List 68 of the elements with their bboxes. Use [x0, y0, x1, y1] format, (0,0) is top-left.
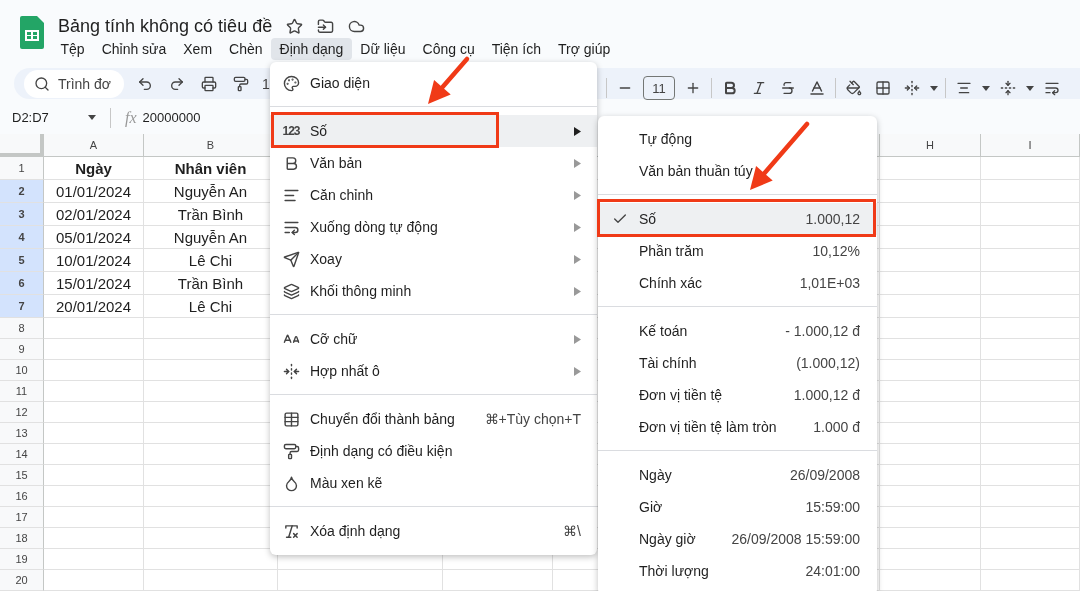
- menu-item[interactable]: Xóa định dạng ⌘\: [270, 515, 597, 547]
- fx-label: fx: [125, 108, 137, 127]
- row-header[interactable]: 12: [0, 402, 44, 423]
- menu-item[interactable]: Chính xác 1,01E+03: [598, 267, 877, 299]
- menu-item[interactable]: Tài chính (1.000,12): [598, 347, 877, 379]
- font-size-field[interactable]: 11: [643, 76, 675, 100]
- row-header[interactable]: 11: [0, 381, 44, 402]
- column-header[interactable]: H: [880, 134, 981, 157]
- document-title[interactable]: Bảng tính không có tiêu đề: [58, 16, 273, 37]
- table-cell: 10/01/2024: [44, 249, 144, 272]
- table-cell: 05/01/2024: [44, 226, 144, 249]
- menu-item[interactable]: Số 1.000,12: [598, 203, 877, 235]
- menu-item[interactable]: Tệp: [52, 38, 94, 60]
- zoom-selector[interactable]: 1: [262, 75, 270, 92]
- menu-item[interactable]: Thời lượng 24:01:00: [598, 555, 877, 587]
- menu-item[interactable]: Dữ liệu: [351, 38, 415, 60]
- menu-search-field[interactable]: Trình đơ: [24, 69, 124, 98]
- menu-item[interactable]: Đơn vị tiền tệ 1.000,12 đ: [598, 379, 877, 411]
- menu-item[interactable]: 123 Số: [270, 115, 597, 147]
- menu-item[interactable]: Giờ 15:59:00: [598, 491, 877, 523]
- menu-item[interactable]: Giao diện: [270, 67, 597, 99]
- table-cell: 15/01/2024: [44, 272, 144, 295]
- column-header[interactable]: I: [981, 134, 1080, 157]
- row-header[interactable]: 16: [0, 486, 44, 507]
- row-header[interactable]: 3: [0, 203, 44, 226]
- menu-item[interactable]: Kế toán - 1.000,12 đ: [598, 315, 877, 347]
- row-header[interactable]: 10: [0, 360, 44, 381]
- row-header[interactable]: 4: [0, 226, 44, 249]
- row-header[interactable]: 6: [0, 272, 44, 295]
- menu-item[interactable]: Định dạng có điều kiện: [270, 435, 597, 467]
- column-header[interactable]: A: [44, 134, 144, 157]
- menu-item[interactable]: Ngày giờ 26/09/2008 15:59:00: [598, 523, 877, 555]
- row-header[interactable]: 8: [0, 318, 44, 339]
- menu-item[interactable]: Tự động: [598, 123, 877, 155]
- menu-item[interactable]: Cỡ chữ: [270, 323, 597, 355]
- menu-item[interactable]: Hợp nhất ô: [270, 355, 597, 387]
- menu-item[interactable]: Văn bản thuần túy: [598, 155, 877, 187]
- menu-item[interactable]: Tiện ích: [483, 38, 550, 60]
- menu-item[interactable]: Màu xen kẽ: [270, 467, 597, 499]
- menu-item[interactable]: Công cụ: [414, 38, 484, 60]
- table-cell: 01/01/2024: [44, 180, 144, 203]
- menu-item[interactable]: Xem: [174, 38, 221, 60]
- table-cell: 20/01/2024: [44, 295, 144, 318]
- row-header[interactable]: 13: [0, 423, 44, 444]
- row-header[interactable]: 19: [0, 549, 44, 570]
- row-header[interactable]: 14: [0, 444, 44, 465]
- menu-item[interactable]: Chèn: [220, 38, 272, 60]
- menu-item[interactable]: Định dạng: [271, 38, 352, 60]
- row-header[interactable]: 17: [0, 507, 44, 528]
- menu-item[interactable]: Đơn vị tiền tệ làm tròn 1.000 đ: [598, 411, 877, 443]
- formula-field[interactable]: 20000000: [142, 110, 201, 126]
- row-header[interactable]: 18: [0, 528, 44, 549]
- row-header[interactable]: 9: [0, 339, 44, 360]
- menu-item[interactable]: Chỉnh sửa: [93, 38, 175, 60]
- row-header[interactable]: 2: [0, 180, 44, 203]
- row-header[interactable]: 7: [0, 295, 44, 318]
- table-cell: 02/01/2024: [44, 203, 144, 226]
- row-header[interactable]: 15: [0, 465, 44, 486]
- number-format-icon: 123: [282, 124, 300, 138]
- row-header[interactable]: 5: [0, 249, 44, 272]
- row-header[interactable]: 1: [0, 157, 44, 180]
- menu-item[interactable]: Ngày 26/09/2008: [598, 459, 877, 491]
- menu-item[interactable]: Chuyển đổi thành bảng ⌘+Tùy chọn+T: [270, 403, 597, 435]
- name-box[interactable]: D2:D7: [0, 110, 88, 126]
- table-cell: Ngày: [44, 157, 144, 180]
- menu-item[interactable]: Trợ giúp: [549, 38, 619, 60]
- row-header[interactable]: 20: [0, 570, 44, 591]
- menu-item[interactable]: Phần trăm 10,12%: [598, 235, 877, 267]
